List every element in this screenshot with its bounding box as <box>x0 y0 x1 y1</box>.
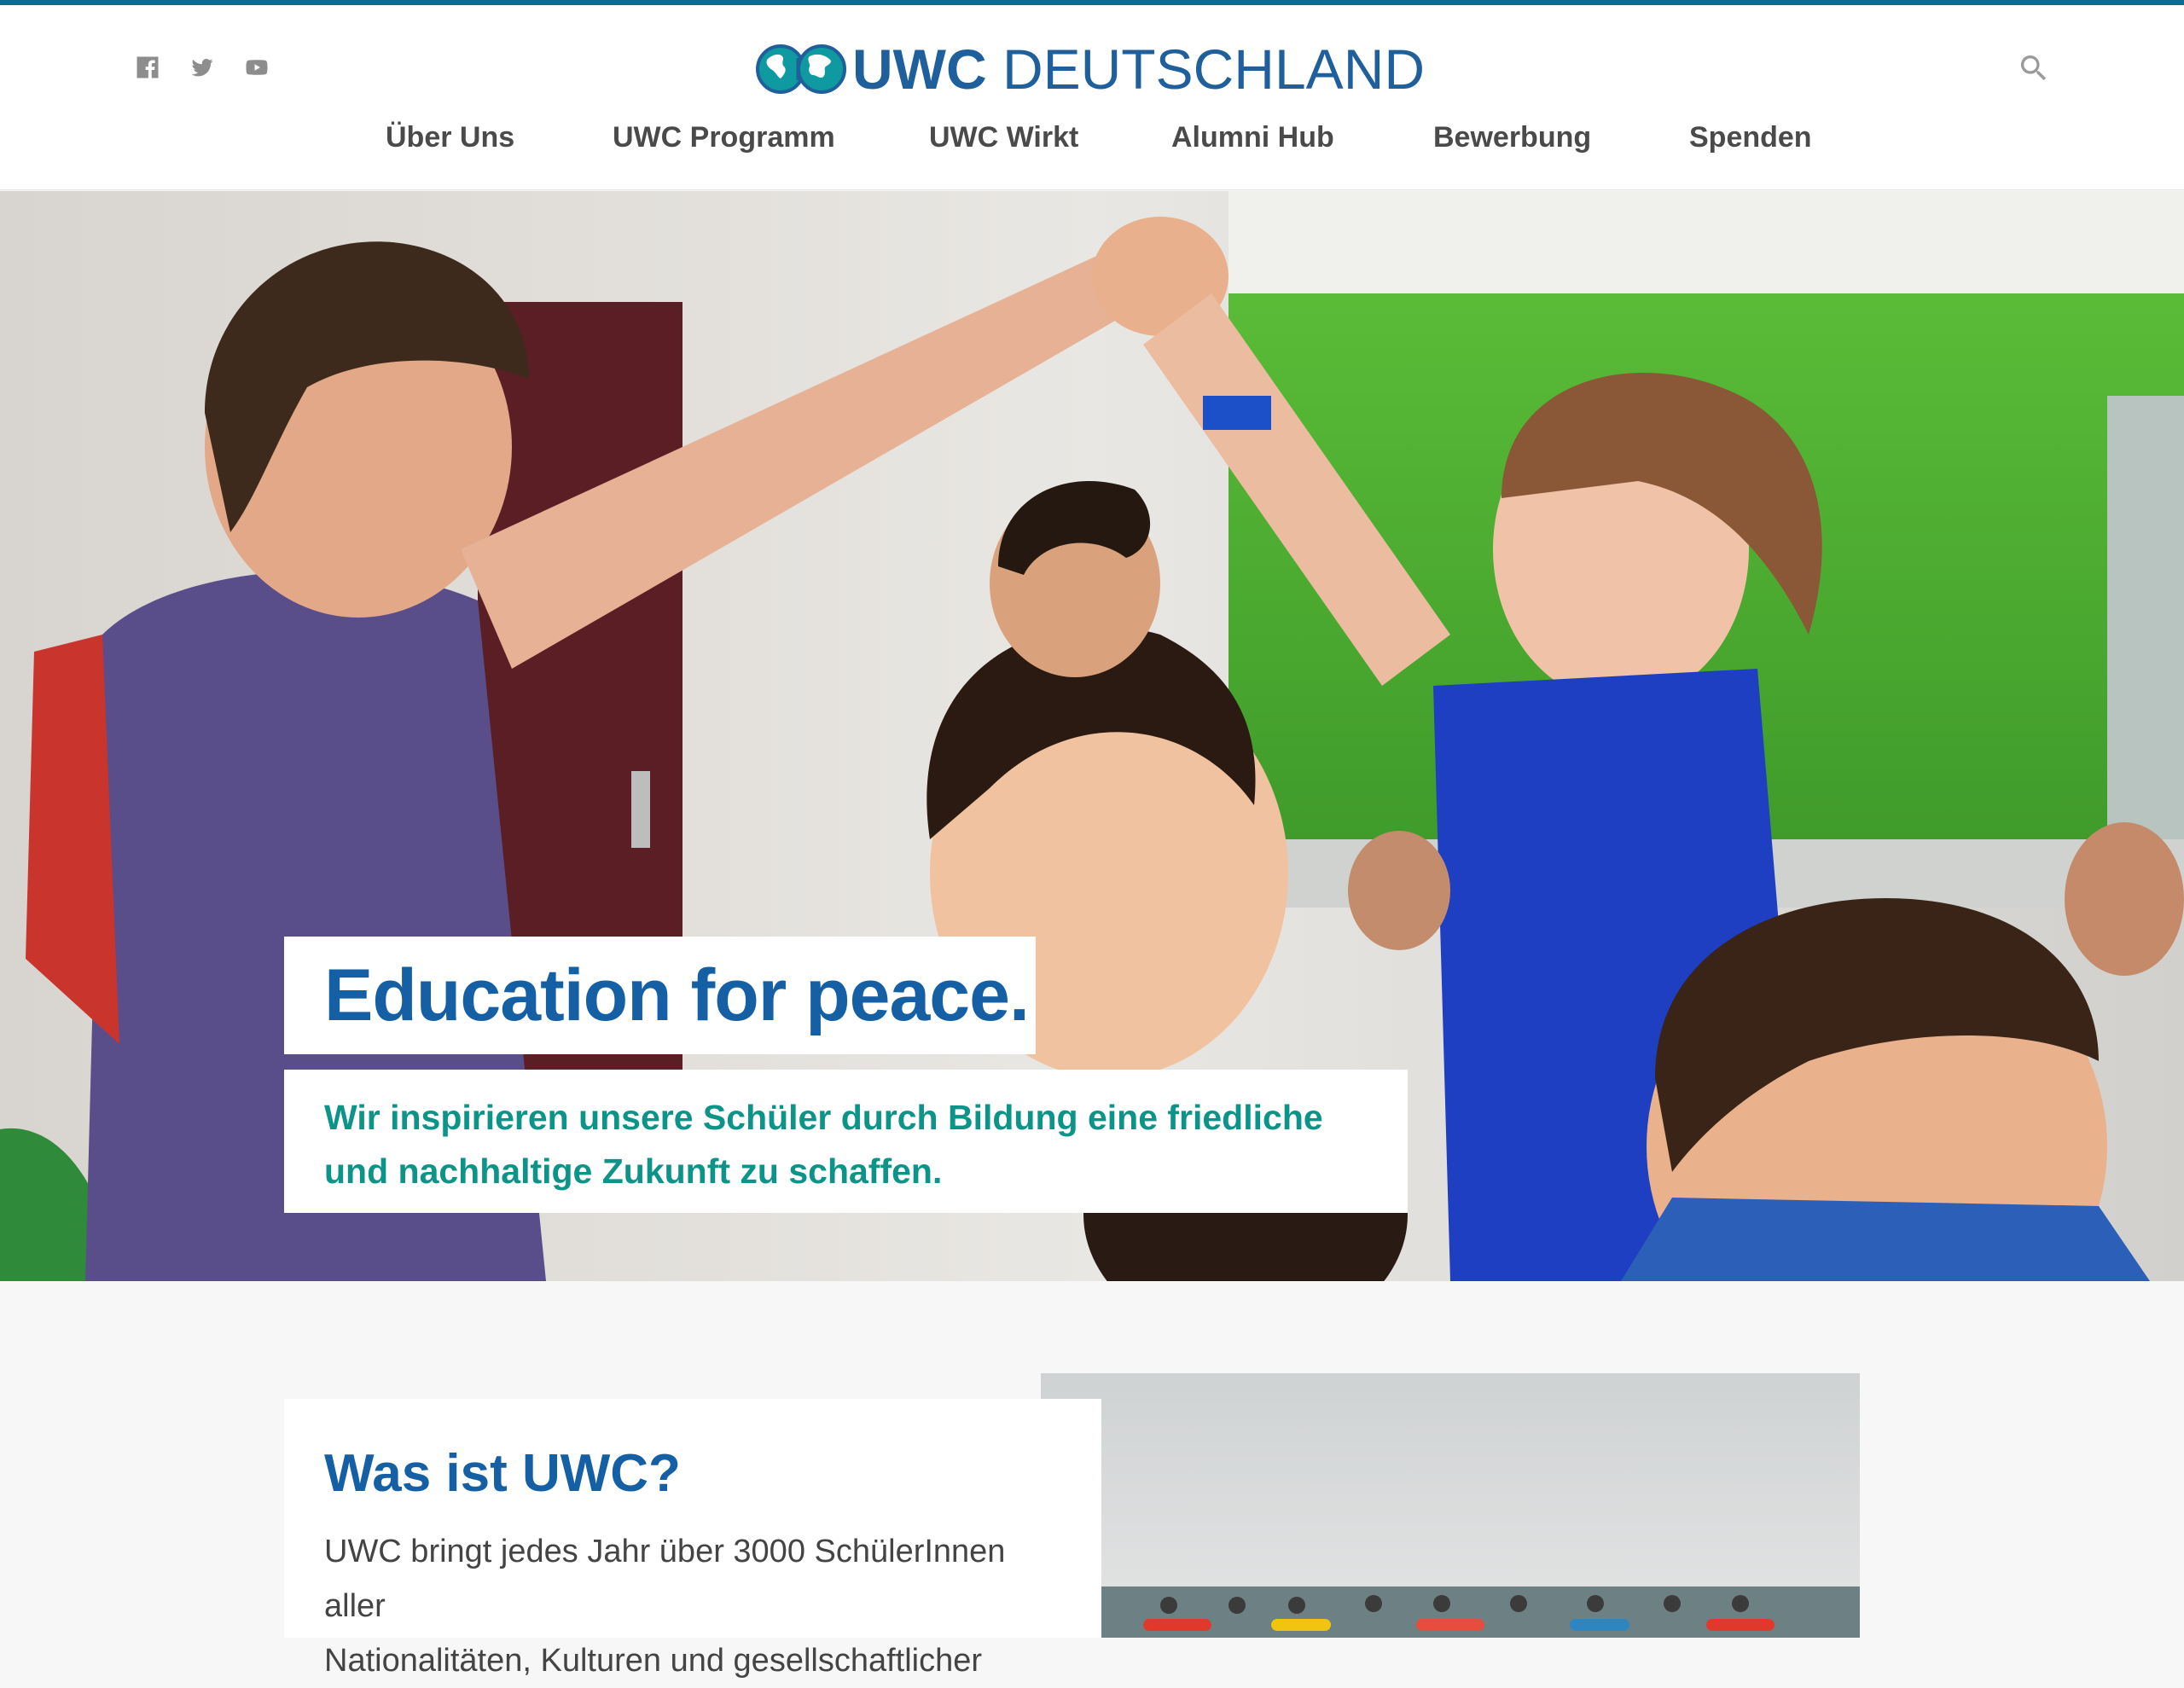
globe-logo-icon <box>756 44 846 94</box>
youtube-icon[interactable] <box>244 55 270 80</box>
nav-item-ueber-uns[interactable]: Über Uns <box>386 121 514 154</box>
hero-subtitle-box: Wir inspirieren unsere Schüler durch Bil… <box>284 1070 1408 1213</box>
social-links <box>135 55 270 80</box>
search-icon[interactable] <box>2017 51 2051 85</box>
kayak-photo <box>1041 1373 1860 1638</box>
facebook-icon[interactable] <box>135 55 160 80</box>
nav-item-uwc-programm[interactable]: UWC Programm <box>613 121 835 154</box>
nav-item-spenden[interactable]: Spenden <box>1689 121 1812 154</box>
hero-title-box: Education for peace. <box>284 937 1036 1054</box>
twitter-icon[interactable] <box>189 55 215 80</box>
section-text-line-1: UWC bringt jedes Jahr über 3000 SchülerI… <box>324 1534 1006 1624</box>
nav-item-bewerbung[interactable]: Bewerbung <box>1433 121 1591 154</box>
section-text-line-2: Nationalitäten, Kulturen und gesellschaf… <box>324 1643 983 1679</box>
was-ist-uwc-card: Was ist UWC? UWC bringt jedes Jahr über … <box>284 1399 1101 1679</box>
logo-text-deutschland: DEUTSCHLAND <box>986 38 1426 101</box>
section-heading: Was ist UWC? <box>324 1444 681 1503</box>
uwc-logo[interactable]: UWC DEUTSCHLAND <box>755 38 1425 101</box>
hero-subtitle-line-2: und nachhaltige Zukunft zu schaffen. <box>324 1151 943 1191</box>
nav-item-uwc-wirkt[interactable]: UWC Wirkt <box>929 121 1078 154</box>
nav-item-alumni-hub[interactable]: Alumni Hub <box>1171 121 1334 154</box>
site-header: UWC DEUTSCHLAND Über Uns UWC Programm UW… <box>0 5 2184 190</box>
hero-banner: Education for peace. Wir inspirieren uns… <box>0 191 2184 1281</box>
logo-wordmark: UWC DEUTSCHLAND <box>852 38 1425 101</box>
hero-title: Education for peace. <box>324 954 1030 1036</box>
main-navigation: Über Uns UWC Programm UWC Wirkt Alumni H… <box>0 121 2184 164</box>
hero-subtitle-line-1: Wir inspirieren unsere Schüler durch Bil… <box>324 1098 1323 1137</box>
logo-text-uwc: UWC <box>852 38 987 101</box>
